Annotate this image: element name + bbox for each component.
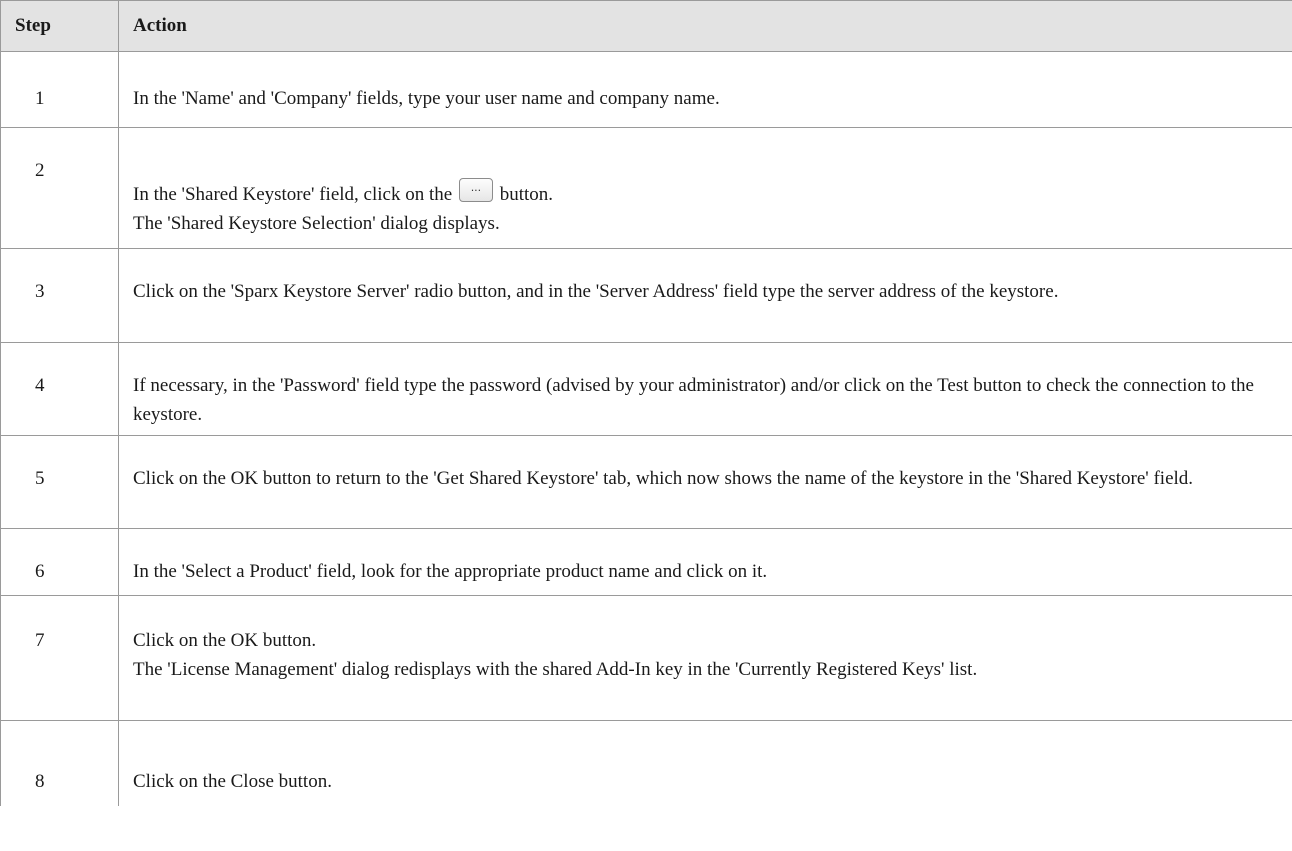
step-number: 2 — [0, 127, 119, 249]
table-row: 6 In the 'Select a Product' field, look … — [0, 528, 1292, 596]
action-text: In the 'Select a Product' field, look fo… — [133, 561, 768, 582]
step-number: 5 — [0, 435, 119, 529]
table-row: 8 Click on the Close button. — [0, 720, 1292, 806]
ellipsis-icon: ... — [470, 181, 482, 194]
action-text: In the 'Name' and 'Company' fields, type… — [133, 88, 720, 109]
step-action: Click on the Close button. — [118, 720, 1292, 806]
table-row: 4 If necessary, in the 'Password' field … — [0, 342, 1292, 436]
step-number: 7 — [0, 595, 119, 721]
table-row: 1 In the 'Name' and 'Company' fields, ty… — [0, 51, 1292, 128]
action-text: The 'Shared Keystore Selection' dialog d… — [133, 213, 500, 234]
action-text: Click on the Close button. — [133, 771, 332, 792]
action-text: Click on the OK button. — [133, 630, 317, 651]
step-action: In the 'Shared Keystore' field, click on… — [118, 127, 1292, 249]
action-column-header: Action — [118, 0, 1292, 52]
table-row: 5 Click on the OK button to return to th… — [0, 435, 1292, 529]
step-number: 4 — [0, 342, 119, 436]
table-row: 7 Click on the OK button. The 'License M… — [0, 595, 1292, 721]
step-number: 6 — [0, 528, 119, 596]
step-action: In the 'Name' and 'Company' fields, type… — [118, 51, 1292, 128]
step-action: If necessary, in the 'Password' field ty… — [118, 342, 1292, 436]
action-text: If necessary, in the 'Password' field ty… — [133, 375, 1254, 425]
table-header-row: Step Action — [0, 0, 1292, 52]
step-action: Click on the 'Sparx Keystore Server' rad… — [118, 248, 1292, 343]
step-action: Click on the OK button. The 'License Man… — [118, 595, 1292, 721]
action-text: Click on the 'Sparx Keystore Server' rad… — [133, 281, 1059, 302]
action-text-before-button: In the 'Shared Keystore' field, click on… — [133, 184, 453, 205]
action-text: Click on the OK button to return to the … — [133, 468, 1194, 489]
table-row: 2 In the 'Shared Keystore' field, click … — [0, 127, 1292, 249]
step-number: 1 — [0, 51, 119, 128]
action-text: In the 'Shared Keystore' field, click on… — [133, 178, 1273, 209]
browse-button-image: ... — [458, 178, 493, 202]
step-action: Click on the OK button to return to the … — [118, 435, 1292, 529]
step-action: In the 'Select a Product' field, look fo… — [118, 528, 1292, 596]
action-text: The 'License Management' dialog redispla… — [133, 659, 978, 680]
step-number: 8 — [0, 720, 119, 806]
step-number: 3 — [0, 248, 119, 343]
steps-table: Step Action 1 In the 'Name' and 'Company… — [0, 0, 1292, 806]
step-column-header: Step — [0, 0, 119, 52]
table-row: 3 Click on the 'Sparx Keystore Server' r… — [0, 248, 1292, 343]
action-text-after-button: button. — [499, 184, 553, 205]
